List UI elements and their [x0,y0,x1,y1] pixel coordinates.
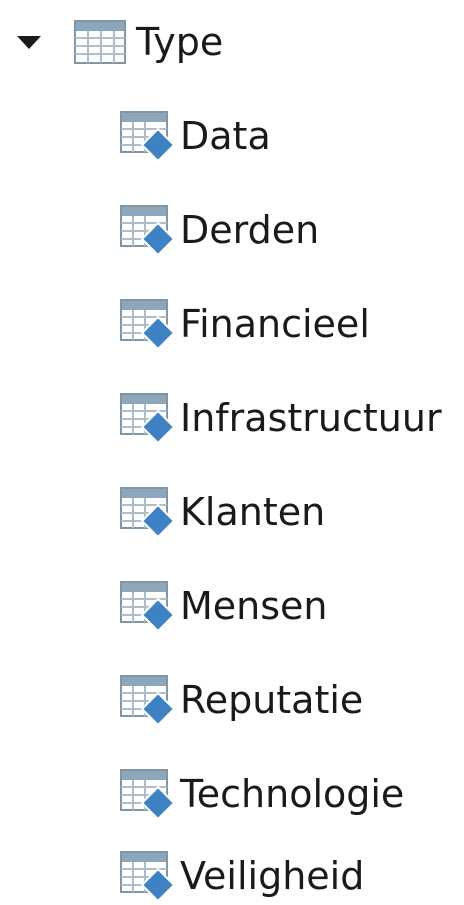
table-key-icon [120,393,176,445]
tree-node-data[interactable]: Data [120,108,271,164]
table-key-icon [120,299,176,351]
tree-node-label: Data [180,114,271,158]
tree-node-label: Derden [180,208,320,252]
tree-node-label: Type [136,20,224,64]
table-key-icon [120,487,176,539]
tree-node-type[interactable]: Type [16,14,223,70]
tree-node-derden[interactable]: Derden [120,202,319,258]
table-key-icon [120,851,176,903]
tree-node-label: Financieel [180,302,370,346]
table-icon [74,20,126,64]
tree-node-label: Reputatie [180,678,364,722]
table-key-icon [120,769,176,821]
table-key-icon [120,581,176,633]
tree-node-label: Veiligheid [180,854,365,898]
tree-node-mensen[interactable]: Mensen [120,578,328,634]
tree-view: Type Data Derden Financieel Infrastructu… [0,0,464,903]
tree-node-klanten[interactable]: Klanten [120,484,325,540]
tree-node-financieel[interactable]: Financieel [120,296,370,352]
tree-node-veiligheid[interactable]: Veiligheid [120,848,364,904]
collapse-arrow-icon[interactable] [16,14,44,70]
tree-node-label: Klanten [180,490,326,534]
table-key-icon [120,675,176,727]
tree-node-technologie[interactable]: Technologie [120,766,404,822]
tree-node-infrastructuur[interactable]: Infrastructuur [120,390,442,446]
tree-node-label: Technologie [180,772,405,816]
table-key-icon [120,111,176,163]
tree-node-label: Infrastructuur [180,396,442,440]
table-key-icon [120,205,176,257]
tree-node-label: Mensen [180,584,328,628]
tree-node-reputatie[interactable]: Reputatie [120,672,363,728]
